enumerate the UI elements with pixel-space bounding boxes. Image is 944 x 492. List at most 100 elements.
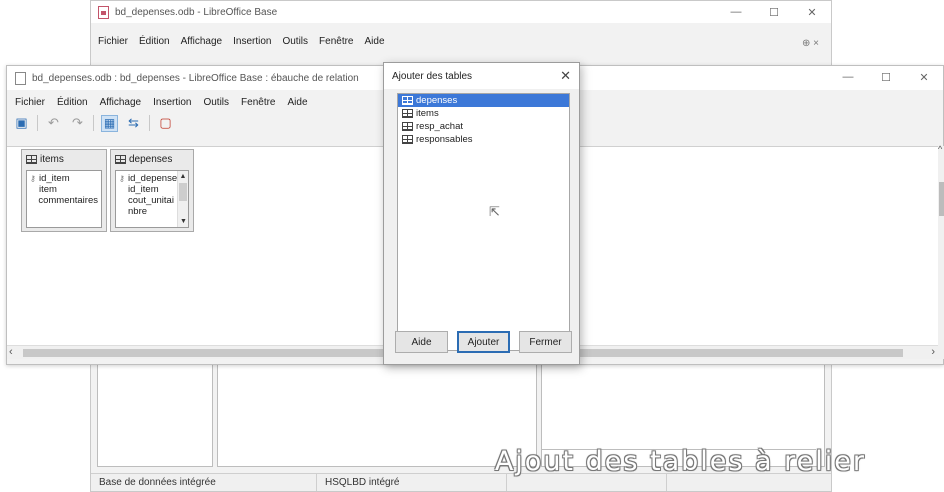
menu-outils[interactable]: Outils: [282, 36, 308, 47]
list-item[interactable]: resp_achat: [398, 120, 569, 133]
menu-fichier[interactable]: Fichier: [98, 36, 128, 47]
list-item[interactable]: depenses: [398, 94, 569, 107]
field-list-scrollbar[interactable]: ▲ ▼: [177, 171, 188, 227]
field-row[interactable]: commentaires: [30, 195, 98, 206]
mouse-pointer-icon: ⇱: [489, 204, 500, 219]
field-row[interactable]: nbre: [119, 206, 185, 217]
field-label: item: [39, 184, 57, 195]
redo-icon[interactable]: ↷: [69, 115, 86, 132]
field-list[interactable]: ⚷ id_item item commentaires: [26, 170, 102, 228]
chevron-up-icon[interactable]: ▲: [180, 173, 187, 180]
list-item-label: responsables: [416, 134, 473, 145]
table-window-header[interactable]: items: [22, 150, 106, 168]
field-label: nbre: [128, 206, 148, 217]
menu-edition[interactable]: Édition: [139, 36, 170, 47]
list-item-label: depenses: [416, 95, 458, 106]
menu-fenetre[interactable]: Fenêtre: [241, 97, 275, 108]
maximize-icon[interactable]: ☐: [755, 1, 793, 23]
menu-edition[interactable]: Édition: [57, 97, 88, 108]
menu-aide[interactable]: Aide: [365, 36, 385, 47]
add-table-icon[interactable]: ▦: [101, 114, 118, 132]
field-label: id_item: [39, 173, 70, 184]
list-item[interactable]: responsables: [398, 133, 569, 146]
chevron-up-icon[interactable]: ^: [938, 144, 942, 154]
menu-outils[interactable]: Outils: [203, 97, 229, 108]
relation-window-title: bd_depenses.odb : bd_depenses - LibreOff…: [32, 72, 359, 84]
table-list[interactable]: depenses items resp_achat responsables: [397, 93, 570, 351]
toolbar-separator: [37, 115, 38, 131]
table-grid-icon: [402, 109, 413, 118]
scrollbar-thumb[interactable]: [179, 183, 187, 201]
table-window-header[interactable]: depenses: [111, 150, 193, 168]
dialog-titlebar: Ajouter des tables ✕: [384, 63, 579, 89]
chevron-right-icon[interactable]: ›: [931, 346, 935, 358]
close-icon[interactable]: ✕: [905, 66, 943, 88]
list-item-label: resp_achat: [416, 121, 464, 132]
main-window-title: bd_depenses.odb - LibreOffice Base: [115, 6, 278, 18]
minimize-icon[interactable]: —: [717, 1, 755, 23]
relation-menubar: Fichier Édition Affichage Insertion Outi…: [15, 97, 308, 108]
field-label: cout_unitai: [128, 195, 174, 206]
minimize-icon[interactable]: —: [829, 66, 867, 88]
relation-window-controls: — ☐ ✕: [829, 66, 943, 88]
status-engine: HSQLBD intégré: [317, 474, 507, 491]
table-grid-icon: [115, 154, 126, 164]
table-grid-icon: [26, 154, 37, 164]
dialog-title: Ajouter des tables: [392, 70, 473, 82]
add-tables-dialog: Ajouter des tables ✕ depenses items resp…: [383, 62, 580, 365]
menu-fichier[interactable]: Fichier: [15, 97, 45, 108]
tasks-pane: [217, 361, 537, 467]
save-icon[interactable]: ▣: [13, 115, 30, 132]
list-item[interactable]: items: [398, 107, 569, 120]
field-row[interactable]: item: [30, 184, 98, 195]
menu-insertion[interactable]: Insertion: [153, 97, 191, 108]
menu-insertion[interactable]: Insertion: [233, 36, 271, 47]
scrollbar-thumb[interactable]: [939, 182, 944, 216]
toolbar-separator: [149, 115, 150, 131]
table-window-depenses[interactable]: depenses ⚷ id_depense id_item cout_unitai…: [110, 149, 194, 232]
close-button[interactable]: Fermer: [519, 331, 572, 353]
close-icon[interactable]: ✕: [560, 68, 571, 84]
field-row[interactable]: ⚷ id_depense: [119, 173, 185, 184]
main-titlebar: bd_depenses.odb - LibreOffice Base — ☐ ✕: [91, 1, 831, 23]
undo-icon[interactable]: ↶: [45, 115, 62, 132]
add-button[interactable]: Ajouter: [457, 331, 510, 353]
table-grid-icon: [402, 122, 413, 131]
help-button[interactable]: Aide: [395, 331, 448, 353]
database-pane: [97, 361, 213, 467]
list-item-label: items: [416, 108, 439, 119]
primary-key-icon: ⚷: [119, 174, 125, 183]
vertical-scrollbar[interactable]: ^: [938, 144, 944, 359]
primary-key-icon: ⚷: [30, 174, 36, 183]
field-label: id_item: [128, 184, 159, 195]
chevron-left-icon[interactable]: ‹: [9, 346, 13, 358]
table-grid-icon: [402, 135, 413, 144]
status-db-type: Base de données intégrée: [91, 474, 317, 491]
globe-icon[interactable]: ⊕ ×: [802, 38, 819, 49]
chevron-down-icon[interactable]: ▼: [180, 216, 187, 227]
maximize-icon[interactable]: ☐: [867, 66, 905, 88]
document-icon: [15, 71, 26, 85]
menu-aide[interactable]: Aide: [288, 97, 308, 108]
field-row[interactable]: cout_unitai: [119, 195, 185, 206]
field-row[interactable]: ⚷ id_item: [30, 173, 98, 184]
main-menubar: Fichier Édition Affichage Insertion Outi…: [98, 36, 385, 47]
field-list[interactable]: ⚷ id_depense id_item cout_unitai nbre ▲ ▼: [115, 170, 189, 228]
main-window-controls: — ☐ ✕: [717, 1, 831, 23]
table-grid-icon: [402, 96, 413, 105]
menu-affichage[interactable]: Affichage: [100, 97, 142, 108]
field-label: id_depense: [128, 173, 178, 184]
field-label: commentaires: [38, 195, 98, 206]
menu-affichage[interactable]: Affichage: [181, 36, 223, 47]
table-window-items[interactable]: items ⚷ id_item item commentaires: [21, 149, 107, 232]
table-window-title: depenses: [129, 153, 173, 165]
base-document-icon: [98, 5, 109, 19]
close-icon[interactable]: ✕: [793, 1, 831, 23]
field-row[interactable]: id_item: [119, 184, 185, 195]
new-relation-icon[interactable]: ⇆: [125, 115, 142, 132]
dialog-buttons: Aide Ajouter Fermer: [395, 331, 572, 353]
table-window-title: items: [40, 153, 64, 165]
video-caption: Ajout des tables à relier: [494, 446, 866, 477]
new-document-icon[interactable]: ▢: [157, 115, 174, 132]
menu-fenetre[interactable]: Fenêtre: [319, 36, 353, 47]
